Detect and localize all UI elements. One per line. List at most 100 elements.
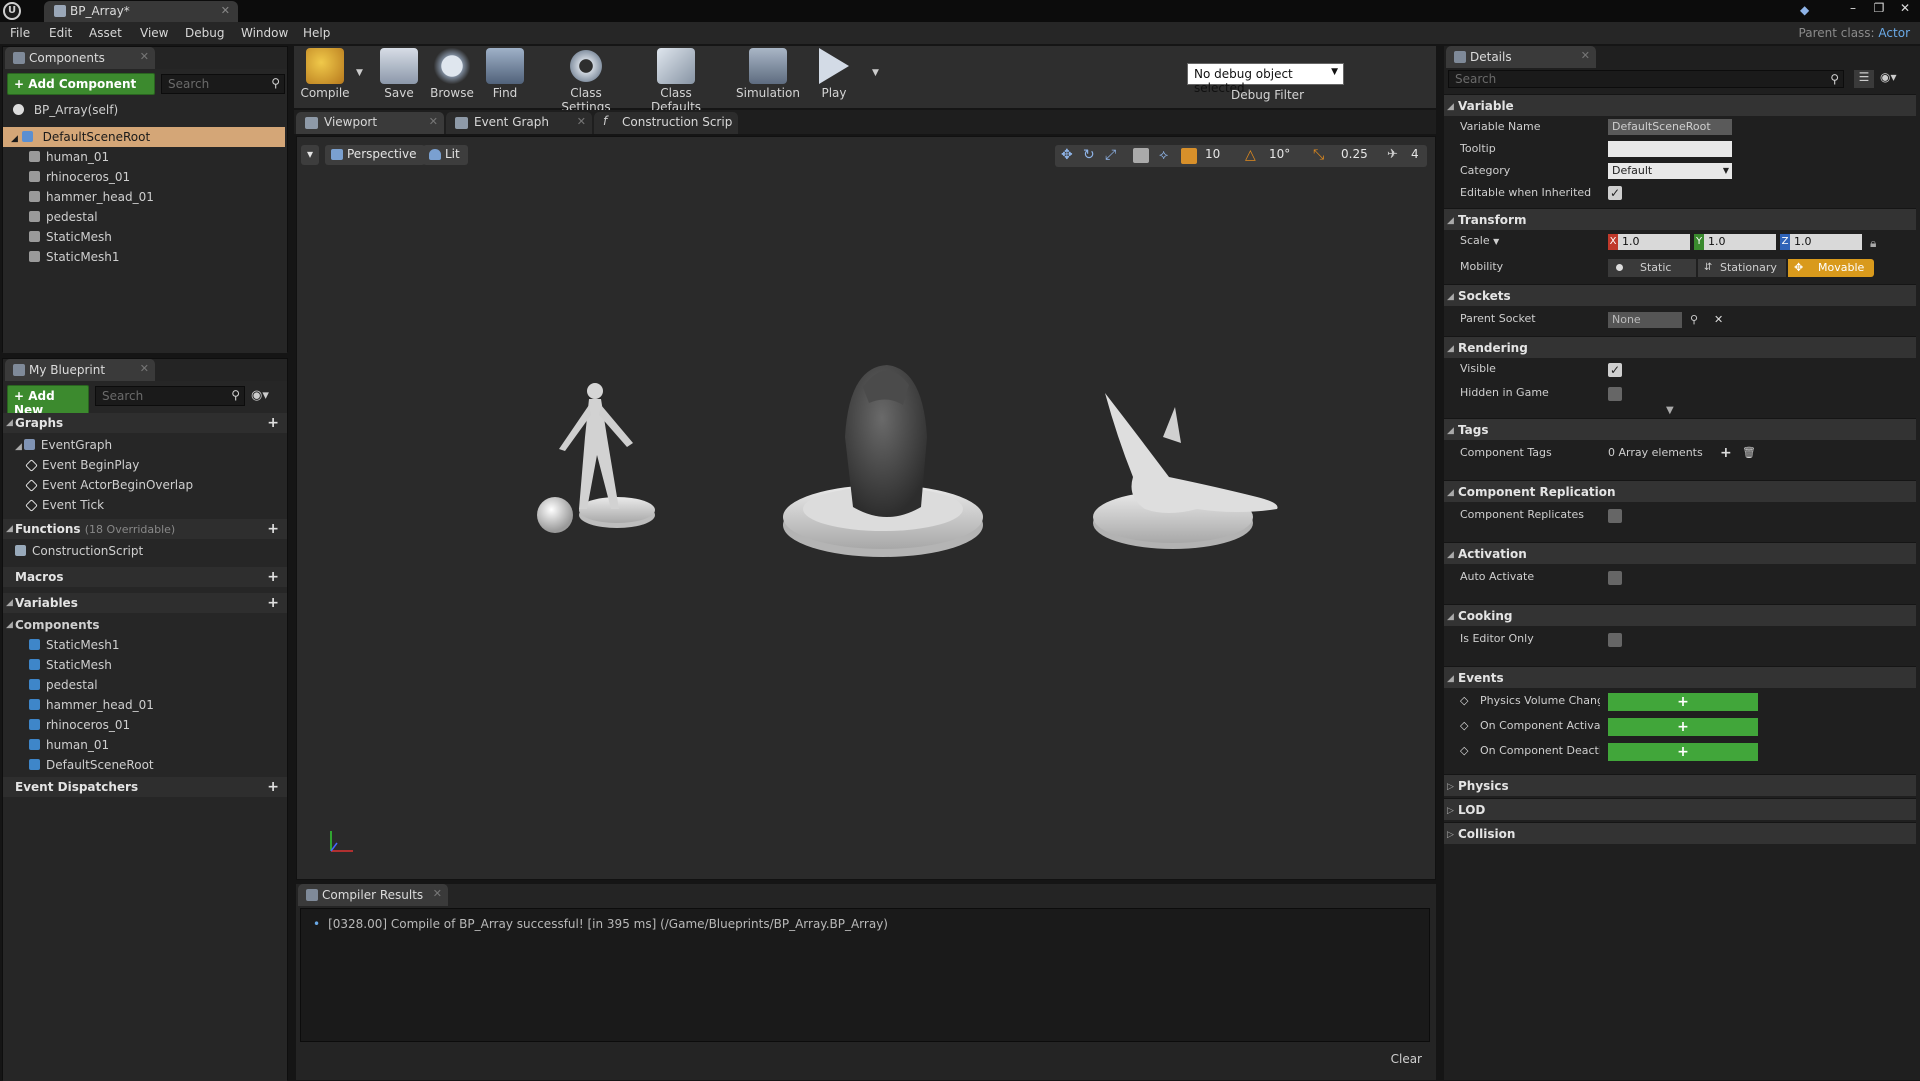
maximize-button[interactable]: ❐ — [1870, 0, 1888, 16]
close-icon[interactable]: ✕ — [1581, 49, 1590, 62]
rhinoceros-mesh[interactable] — [783, 365, 983, 557]
lock-icon[interactable]: 🔒︎ — [1870, 232, 1876, 254]
menu-debug[interactable]: Debug — [185, 26, 224, 40]
expand-icon[interactable]: ▷ — [1447, 800, 1454, 822]
mobility-movable[interactable]: ✥ Movable — [1788, 259, 1874, 277]
details-tab[interactable]: Details ✕ — [1446, 46, 1596, 68]
collapse-icon[interactable]: ◢ — [1447, 482, 1454, 504]
tab-event-graph[interactable]: Event Graph ✕ — [446, 112, 592, 134]
functions-section[interactable]: ◢ Functions (18 Overridable) + — [3, 519, 287, 539]
tags-section[interactable]: ◢ Tags — [1444, 418, 1916, 440]
close-icon[interactable]: ✕ — [140, 50, 149, 63]
collapse-icon[interactable]: ◢ — [1447, 606, 1454, 628]
event-actorbeginoverlap[interactable]: Event ActorBeginOverlap — [3, 475, 283, 495]
clear-button[interactable]: Clear — [1391, 1052, 1422, 1066]
human-mesh[interactable] — [559, 383, 655, 528]
trash-icon[interactable]: 🗑︎ — [1742, 442, 1756, 464]
mobility-static[interactable]: Static — [1608, 259, 1696, 277]
tree-item-human[interactable]: human_01 — [3, 147, 283, 167]
event-dispatchers-section[interactable]: Event Dispatchers + — [3, 777, 287, 797]
sockets-section[interactable]: ◢ Sockets — [1444, 284, 1916, 306]
close-icon[interactable]: ✕ — [140, 362, 149, 375]
activation-section[interactable]: ◢ Activation — [1444, 542, 1916, 564]
collapse-icon[interactable]: ◢ — [1447, 96, 1454, 118]
variable-section[interactable]: ◢ Variable — [1444, 94, 1916, 116]
physics-section[interactable]: ▷ Physics — [1444, 774, 1916, 796]
parent-class-link[interactable]: Actor — [1878, 26, 1910, 40]
add-element-icon[interactable]: + — [1720, 442, 1732, 464]
cooking-section[interactable]: ◢ Cooking — [1444, 604, 1916, 626]
var-staticmesh1[interactable]: StaticMesh1 — [3, 635, 283, 655]
menu-view[interactable]: View — [140, 26, 168, 40]
show-advanced-icon[interactable]: ▼ — [1666, 405, 1674, 416]
replicates-checkbox[interactable] — [1608, 509, 1622, 523]
close-icon[interactable]: ✕ — [221, 4, 230, 17]
close-icon[interactable]: ✕ — [433, 887, 442, 900]
tree-item-defaultsceneroot[interactable]: ◢ DefaultSceneRoot — [3, 127, 285, 147]
replication-section[interactable]: ◢ Component Replication — [1444, 480, 1916, 502]
auto-activate-checkbox[interactable] — [1608, 571, 1622, 585]
graphs-section[interactable]: ◢ Graphs + — [3, 413, 287, 433]
tab-construction-script[interactable]: f Construction Scrip — [594, 112, 738, 134]
collapse-icon[interactable]: ◢ — [6, 519, 13, 539]
var-defaultsceneroot[interactable]: DefaultSceneRoot — [3, 755, 283, 775]
menu-edit[interactable]: Edit — [49, 26, 72, 40]
expand-icon[interactable]: ▷ — [1447, 776, 1454, 798]
collapse-icon[interactable]: ◢ — [6, 413, 13, 433]
variables-section[interactable]: ◢ Variables + — [3, 593, 287, 613]
graph-eventgraph[interactable]: ◢ EventGraph — [3, 435, 283, 455]
add-macro-icon[interactable]: + — [267, 567, 279, 587]
components-category[interactable]: ◢ Components — [3, 615, 283, 635]
collision-section[interactable]: ▷ Collision — [1444, 822, 1916, 844]
play-button[interactable]: Play — [812, 48, 856, 106]
notification-icon[interactable]: ◆ — [1800, 3, 1816, 17]
function-constructionscript[interactable]: ConstructionScript — [3, 541, 283, 561]
visible-checkbox[interactable]: ✓ — [1608, 363, 1622, 377]
menu-help[interactable]: Help — [303, 26, 330, 40]
scale-dropdown[interactable]: Scale ▼ — [1460, 230, 1499, 253]
menu-file[interactable]: File — [10, 26, 30, 40]
editable-checkbox[interactable]: ✓ — [1608, 186, 1622, 200]
event-beginplay[interactable]: Event BeginPlay — [3, 455, 283, 475]
transform-section[interactable]: ◢ Transform — [1444, 208, 1916, 230]
editor-only-checkbox[interactable] — [1608, 633, 1622, 647]
collapse-icon[interactable]: ◢ — [6, 593, 13, 613]
debug-object-select[interactable]: No debug object selected ▼ — [1187, 63, 1344, 95]
add-dispatcher-icon[interactable]: + — [267, 777, 279, 797]
search-icon[interactable]: ⚲ — [1690, 309, 1698, 331]
tree-item-rhinoceros[interactable]: rhinoceros_01 — [3, 167, 283, 187]
tab-viewport[interactable]: Viewport ✕ — [296, 112, 444, 134]
parent-socket-field[interactable]: None — [1608, 312, 1682, 328]
close-icon[interactable]: ✕ — [429, 115, 438, 128]
class-defaults-button[interactable]: Class Defaults — [636, 48, 716, 114]
view-options-icon[interactable]: ◉▾ — [1880, 70, 1897, 84]
events-section[interactable]: ◢ Events — [1444, 666, 1916, 688]
tooltip-field[interactable] — [1608, 141, 1732, 157]
my-blueprint-tab[interactable]: My Blueprint ✕ — [5, 359, 155, 381]
self-row[interactable]: BP_Array(self) — [3, 100, 283, 120]
scale-x-field[interactable]: 1.0 — [1618, 234, 1690, 250]
add-graph-icon[interactable]: + — [267, 413, 279, 433]
add-variable-icon[interactable]: + — [267, 593, 279, 613]
shark-mesh[interactable] — [1093, 393, 1278, 549]
sphere-mesh[interactable] — [537, 497, 573, 533]
compiler-results-tab[interactable]: Compiler Results ✕ — [298, 884, 448, 906]
tree-item-hammer-head[interactable]: hammer_head_01 — [3, 187, 283, 207]
close-icon[interactable]: ✕ — [577, 115, 586, 128]
collapse-icon[interactable]: ◢ — [1447, 544, 1454, 566]
blueprint-search-input[interactable]: Search ⚲ — [95, 386, 245, 406]
collapse-icon[interactable]: ◢ — [1447, 210, 1454, 232]
var-pedestal[interactable]: pedestal — [3, 675, 283, 695]
hidden-in-game-checkbox[interactable] — [1608, 387, 1622, 401]
tree-item-staticmesh[interactable]: StaticMesh — [3, 227, 283, 247]
add-event-button[interactable]: + — [1608, 743, 1758, 761]
scale-z-field[interactable]: 1.0 — [1790, 234, 1862, 250]
save-button[interactable]: Save — [376, 48, 422, 106]
var-rhinoceros[interactable]: rhinoceros_01 — [3, 715, 283, 735]
components-search-input[interactable]: Search ⚲ — [161, 74, 285, 94]
menu-window[interactable]: Window — [241, 26, 288, 40]
expand-icon[interactable]: ◢ — [11, 134, 18, 144]
add-event-button[interactable]: + — [1608, 718, 1758, 736]
class-settings-button[interactable]: Class Settings — [546, 48, 626, 114]
collapse-icon[interactable]: ◢ — [1447, 286, 1454, 308]
